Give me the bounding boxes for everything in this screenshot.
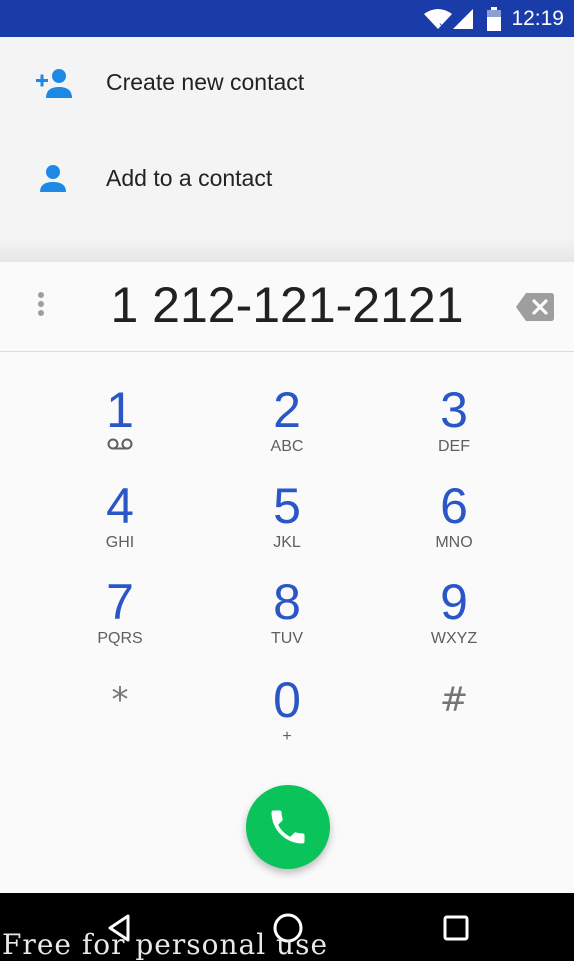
key-7-letters: PQRS — [97, 630, 143, 647]
backspace-icon[interactable] — [516, 293, 554, 321]
key-7[interactable]: 7 PQRS — [45, 576, 195, 670]
key-9-letters: WXYZ — [430, 630, 478, 647]
key-2-letters: ABC — [270, 438, 304, 455]
key-1[interactable]: 1 — [45, 384, 195, 478]
key-8[interactable]: 8 TUV — [212, 576, 362, 670]
dialpad: 1 212-121-2121 1 2 ABC 3 DEF 4 GHI 5 JKL… — [0, 262, 574, 893]
key-pound[interactable]: # — [379, 674, 529, 768]
create-new-contact-label: Create new contact — [106, 69, 305, 95]
home-icon[interactable] — [271, 911, 305, 945]
key-3-digit: 3 — [440, 382, 468, 438]
key-8-digit: 8 — [273, 574, 301, 630]
key-pound-symbol: # — [439, 680, 469, 720]
divider-shadow — [0, 238, 574, 262]
dialed-number[interactable]: 1 212-121-2121 — [0, 276, 574, 334]
key-star[interactable]: * — [45, 674, 195, 768]
key-3-letters: DEF — [438, 438, 470, 455]
call-button[interactable] — [246, 785, 330, 869]
wifi-icon: x — [424, 9, 452, 30]
key-5[interactable]: 5 JKL — [212, 480, 362, 574]
key-5-letters: JKL — [273, 534, 301, 551]
key-4[interactable]: 4 GHI — [45, 480, 195, 574]
status-time: 12:19 — [511, 7, 564, 30]
key-6[interactable]: 6 MNO — [379, 480, 529, 574]
key-star-symbol: * — [111, 680, 129, 720]
key-9-digit: 9 — [440, 574, 468, 630]
key-8-letters: TUV — [271, 630, 303, 647]
add-to-contact-row[interactable]: Add to a contact — [0, 133, 574, 229]
back-icon[interactable] — [102, 911, 136, 945]
key-4-digit: 4 — [106, 478, 134, 534]
status-bar: x 12:19 — [0, 0, 574, 37]
key-2-digit: 2 — [273, 382, 301, 438]
navigation-bar — [0, 893, 574, 961]
key-5-digit: 5 — [273, 478, 301, 534]
key-6-letters: MNO — [435, 534, 473, 551]
person-icon — [40, 165, 66, 192]
key-4-letters: GHI — [105, 534, 135, 551]
phone-icon — [271, 810, 305, 844]
signal-icon — [453, 9, 473, 29]
voicemail-icon — [107, 438, 133, 450]
key-9[interactable]: 9 WXYZ — [379, 576, 529, 670]
key-0-digit: 0 — [273, 672, 301, 728]
key-6-digit: 6 — [440, 478, 468, 534]
svg-text:x: x — [439, 21, 445, 30]
digits-row: 1 212-121-2121 — [0, 262, 574, 352]
key-1-digit: 1 — [106, 382, 134, 438]
key-2[interactable]: 2 ABC — [212, 384, 362, 478]
dialer-suggestions: Create new contact Add to a contact — [0, 37, 574, 260]
key-0-letters: + — [282, 728, 292, 745]
create-new-contact-row[interactable]: Create new contact — [0, 37, 574, 133]
add-to-contact-label: Add to a contact — [106, 165, 273, 191]
add-person-icon — [36, 69, 72, 98]
key-0[interactable]: 0 + — [212, 674, 362, 768]
key-3[interactable]: 3 DEF — [379, 384, 529, 478]
key-7-digit: 7 — [106, 574, 134, 630]
battery-icon — [487, 7, 501, 31]
recents-icon[interactable] — [439, 911, 473, 945]
